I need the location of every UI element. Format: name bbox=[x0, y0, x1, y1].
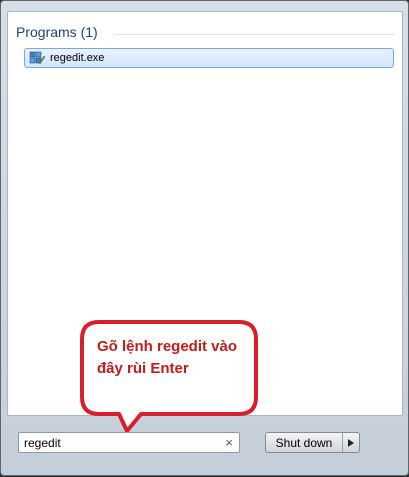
result-item-regedit[interactable]: regedit.exe bbox=[24, 48, 394, 68]
search-input-value[interactable]: regedit bbox=[24, 436, 61, 450]
start-menu-bottom-bar: regedit × Shut down bbox=[1, 419, 409, 477]
start-menu: Programs (1) regedit.exe Gõ lệnh regedit… bbox=[0, 0, 409, 476]
callout-text: Gõ lệnh regedit vào đây rùi Enter bbox=[97, 338, 238, 377]
shutdown-button-group: Shut down bbox=[265, 432, 360, 453]
triangle-right-icon bbox=[348, 438, 354, 447]
annotation-callout: Gõ lệnh regedit vào đây rùi Enter bbox=[79, 319, 259, 435]
search-input[interactable]: regedit × bbox=[18, 432, 240, 453]
regedit-icon bbox=[29, 51, 46, 65]
programs-section-header: Programs (1) bbox=[16, 24, 98, 40]
clear-search-icon[interactable]: × bbox=[225, 435, 233, 450]
section-divider bbox=[114, 34, 394, 35]
shutdown-options-button[interactable] bbox=[343, 433, 359, 452]
shutdown-button[interactable]: Shut down bbox=[266, 433, 343, 452]
result-item-label: regedit.exe bbox=[50, 52, 105, 64]
